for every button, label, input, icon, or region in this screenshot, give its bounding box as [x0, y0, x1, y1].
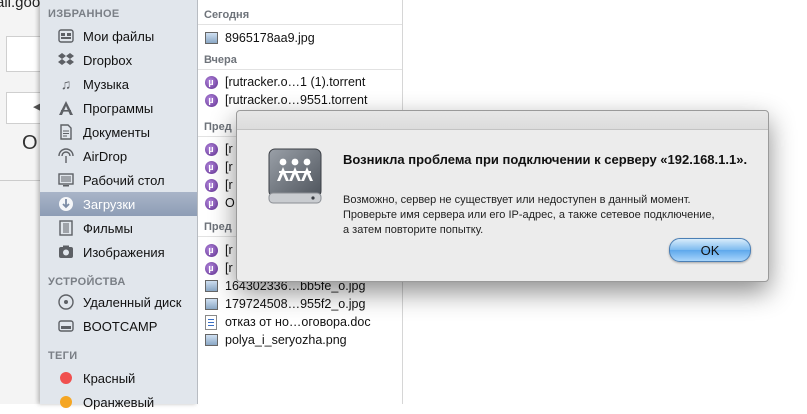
file-row[interactable]: 8965178aa9.jpg [198, 29, 402, 47]
desktop-icon [57, 171, 75, 189]
all-files-icon [57, 27, 75, 45]
file-name: O [225, 196, 235, 210]
devices-header: УСТРОЙСТВА [48, 276, 126, 288]
group-header-today: Сегодня [198, 5, 402, 25]
dialog-title: Возникла проблема при подключении к серв… [343, 152, 748, 167]
dialog-top-bar [237, 111, 768, 130]
torrent-file-icon: µ [204, 75, 218, 89]
applications-icon [57, 99, 75, 117]
sidebar-item-label: Dropbox [83, 52, 133, 68]
file-name: [r [225, 243, 233, 257]
sidebar-item-label: Документы [83, 124, 151, 140]
music-icon: ♫ [60, 76, 72, 92]
network-server-icon [267, 147, 323, 207]
dialog-message: Возможно, сервер не существует или недос… [343, 193, 758, 238]
sidebar-item-label: Изображения [83, 244, 165, 260]
file-row[interactable]: 179724508…955f2_o.jpg [198, 295, 402, 313]
sidebar-item-label: Рабочий стол [83, 172, 165, 188]
drive-icon [57, 317, 75, 335]
sidebar-item-label: Загрузки [83, 196, 136, 212]
movies-icon [57, 219, 75, 237]
sidebar-item-tag-red[interactable]: Красный [40, 366, 197, 390]
orange-tag-icon [57, 393, 75, 411]
dialog-message-line: а затем повторите попытку. [343, 224, 484, 236]
dropbox-icon [57, 51, 75, 69]
red-tag-icon [57, 369, 75, 387]
file-row[interactable]: отказ от но…оговора.doc [198, 313, 402, 331]
sidebar-item-dropbox[interactable]: Dropbox [40, 48, 197, 72]
sidebar-item-label: Музыка [83, 76, 129, 92]
dialog-message-line: Возможно, сервер не существует или недос… [343, 194, 691, 206]
sidebar-item-downloads[interactable]: Загрузки [40, 192, 197, 216]
file-row[interactable]: polya_i_seryozha.png [198, 331, 402, 349]
sidebar-item-tag-orange[interactable]: Оранжевый [40, 390, 197, 414]
sidebar-item-remote-disc[interactable]: Удаленный диск [40, 290, 197, 314]
background-glyph-icon: O [22, 132, 38, 154]
sidebar-item-label: Красный [83, 370, 136, 386]
background-url-fragment: ail.goo [0, 0, 41, 11]
finder-sidebar: ИЗБРАННОЕ Мои файлы Dropbox ♫ Музыка Про… [40, 0, 198, 410]
sidebar-item-pictures[interactable]: Изображения [40, 240, 197, 264]
group-header-yesterday: Вчера [198, 50, 402, 70]
image-file-icon [204, 333, 218, 347]
dialog-message-line: Проверьте имя сервера или его IP-адрес, … [343, 209, 715, 221]
sidebar-item-label: BOOTCAMP [83, 318, 158, 334]
sidebar-item-documents[interactable]: Документы [40, 120, 197, 144]
pictures-icon [57, 243, 75, 261]
torrent-file-icon: µ [204, 261, 218, 275]
file-name: 179724508…955f2_o.jpg [225, 297, 366, 311]
sidebar-item-label: AirDrop [83, 148, 128, 164]
sidebar-item-label: Оранжевый [83, 394, 155, 410]
background-divider [0, 180, 40, 181]
sidebar-item-music[interactable]: ♫ Музыка [40, 72, 197, 96]
downloads-icon [57, 195, 75, 213]
airdrop-icon [57, 147, 75, 165]
sidebar-item-movies[interactable]: Фильмы [40, 216, 197, 240]
image-file-icon [204, 279, 218, 293]
sidebar-item-applications[interactable]: Программы [40, 96, 197, 120]
sidebar-item-bootcamp[interactable]: BOOTCAMP [40, 314, 197, 338]
file-name: [r [225, 142, 233, 156]
sidebar-item-label: Удаленный диск [83, 294, 182, 310]
torrent-file-icon: µ [204, 142, 218, 156]
file-row[interactable]: µ [rutracker.o…1 (1).torrent [198, 73, 402, 91]
remote-disc-icon [57, 293, 75, 311]
file-row[interactable]: µ [rutracker.o…9551.torrent [198, 91, 402, 109]
document-file-icon [204, 314, 218, 330]
image-file-icon [204, 31, 218, 45]
sidebar-item-desktop[interactable]: Рабочий стол [40, 168, 197, 192]
torrent-file-icon: µ [204, 178, 218, 192]
file-name: 8965178aa9.jpg [225, 31, 315, 45]
sidebar-item-label: Фильмы [83, 220, 133, 236]
documents-icon [57, 123, 75, 141]
background-browser-window: ail.goo ◀ O [0, 0, 47, 404]
favorites-header: ИЗБРАННОЕ [48, 8, 120, 20]
sidebar-item-label: Программы [83, 100, 154, 116]
sidebar-item-all-files[interactable]: Мои файлы [40, 24, 197, 48]
file-name: отказ от но…оговора.doc [225, 315, 371, 329]
file-name: [r [225, 160, 233, 174]
file-name: [rutracker.o…1 (1).torrent [225, 75, 366, 89]
sidebar-item-label: Мои файлы [83, 28, 155, 44]
tags-header: ТЕГИ [48, 350, 78, 362]
torrent-file-icon: µ [204, 160, 218, 174]
torrent-file-icon: µ [204, 93, 218, 107]
torrent-file-icon: µ [204, 196, 218, 210]
file-name: [rutracker.o…9551.torrent [225, 93, 368, 107]
file-name: polya_i_seryozha.png [225, 333, 347, 347]
sidebar-item-airdrop[interactable]: AirDrop [40, 144, 197, 168]
ok-button[interactable]: OK [669, 238, 751, 262]
file-name: [r [225, 178, 233, 192]
file-name: [r [225, 261, 233, 275]
connection-error-dialog: Возникла проблема при подключении к серв… [236, 110, 769, 282]
torrent-file-icon: µ [204, 243, 218, 257]
image-file-icon [204, 297, 218, 311]
